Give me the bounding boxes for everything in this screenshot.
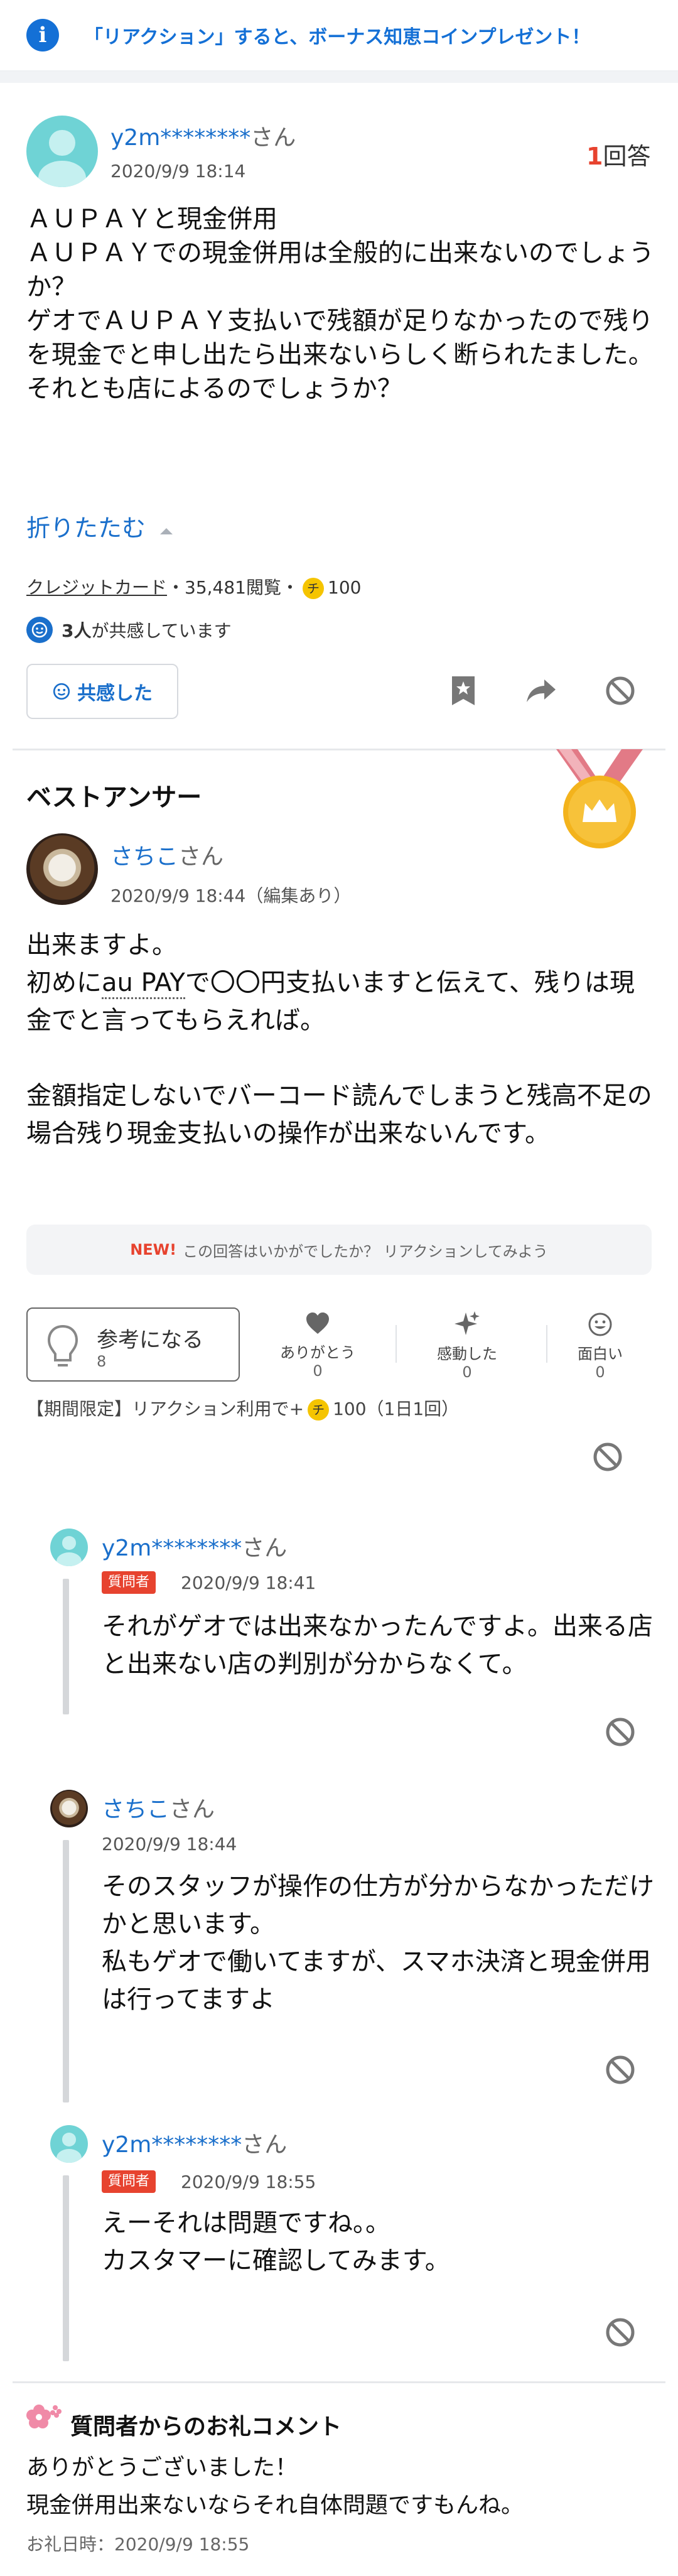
bookmark-icon[interactable] bbox=[446, 673, 481, 708]
block-icon[interactable] bbox=[603, 1714, 638, 1750]
reply-date: 2020/9/9 18:41 bbox=[181, 1572, 316, 1593]
reply-text: えーそれは問題ですね。。 カスタマーに確認してみます。 bbox=[102, 2209, 450, 2275]
reply-avatar[interactable] bbox=[50, 2125, 88, 2163]
helpful-count: 8 bbox=[97, 1353, 107, 1370]
reply-date: 2020/9/9 18:44 bbox=[102, 1834, 237, 1854]
question-tags: クレジットカード・35,481閲覧・チ 100 bbox=[26, 577, 362, 599]
helpful-button[interactable]: 参考になる 8 bbox=[26, 1307, 240, 1382]
answers-count[interactable]: 1回答 bbox=[586, 137, 650, 171]
funny-reaction[interactable]: 面白い 0 bbox=[550, 1307, 650, 1381]
helpful-label: 参考になる bbox=[97, 1328, 203, 1353]
coin-icon: チ bbox=[308, 1399, 330, 1421]
moved-reaction[interactable]: 感動した 0 bbox=[417, 1307, 517, 1381]
flower-icon bbox=[26, 2403, 64, 2435]
thanks-date: お礼日時：2020/9/9 18:55 bbox=[26, 2534, 250, 2555]
block-icon[interactable] bbox=[603, 673, 638, 708]
thanks-comment-title: 質問者からのお礼コメント bbox=[70, 2414, 342, 2440]
block-icon[interactable] bbox=[603, 2052, 638, 2087]
category-link[interactable]: クレジットカード bbox=[26, 577, 167, 598]
reply-text: そのスタッフが操作の仕方が分からなかっただけかと思います。 私もゲオで働いてます… bbox=[102, 1872, 654, 2014]
bonus-banner[interactable]: i 「リアクション」すると、ボーナス知恵コインプレゼント！ bbox=[0, 0, 678, 72]
answerer-avatar[interactable] bbox=[26, 833, 98, 905]
share-icon[interactable] bbox=[524, 673, 559, 708]
answer-date: 2020/9/9 18:44（編集あり） bbox=[110, 885, 352, 906]
coin-icon: チ bbox=[303, 578, 324, 599]
question-line: ＡＵＰＡＹと現金併用 bbox=[26, 205, 277, 234]
thread-line bbox=[63, 1579, 69, 1714]
section-gap bbox=[0, 72, 678, 83]
reply-avatar[interactable] bbox=[50, 1790, 88, 1827]
divider bbox=[396, 1325, 397, 1363]
empathy-button[interactable]: 共感した bbox=[26, 664, 178, 719]
question-line: ＡＵＰＡＹでの現金併用は全般的に出来ないのでしょうか？ bbox=[26, 239, 654, 301]
questioner-badge: 質問者 bbox=[102, 1571, 156, 1594]
medal-icon bbox=[552, 749, 647, 850]
aupay-link[interactable]: au PAY bbox=[102, 968, 185, 999]
reply-date: 2020/9/9 18:55 bbox=[181, 2172, 316, 2192]
reaction-prompt: NEW! この回答はいかがでしたか？ リアクションしてみよう bbox=[26, 1225, 652, 1275]
answerer-name[interactable]: さちこさん bbox=[110, 838, 223, 871]
questioner-avatar[interactable] bbox=[26, 116, 98, 187]
banner-text: 「リアクション」すると、ボーナス知恵コインプレゼント！ bbox=[84, 26, 591, 48]
question-line: それとも店によるのでしょうか？ bbox=[26, 374, 402, 403]
divider bbox=[546, 1325, 547, 1363]
reply-avatar[interactable] bbox=[50, 1529, 88, 1566]
question-line: ゲオでＡＵＰＡＹ支払いで残額が足りなかったので残りを現金でと申し出たら出来ないら… bbox=[26, 306, 654, 369]
collapse-link[interactable]: 折りたたむ bbox=[26, 509, 175, 543]
reply-text: それがゲオでは出来なかったんですよ。出来る店と出来ない店の判別が分からなくて。 bbox=[102, 1612, 653, 1679]
reply-user[interactable]: y2m********さん bbox=[102, 2126, 287, 2159]
question-date: 2020/9/9 18:14 bbox=[110, 161, 246, 181]
block-icon[interactable] bbox=[590, 1439, 625, 1475]
empathy-summary: 3人 が共感しています bbox=[26, 617, 232, 643]
best-answer-title: ベストアンサー bbox=[26, 783, 202, 812]
sparkle-icon bbox=[455, 1311, 480, 1335]
thanks-reaction[interactable]: ありがとう 0 bbox=[267, 1307, 368, 1380]
heart-icon bbox=[306, 1312, 329, 1334]
divider bbox=[13, 2381, 665, 2383]
limited-offer: 【期間限定】リアクション利用で+ チ 100（1日1回） bbox=[26, 1399, 460, 1421]
block-icon[interactable] bbox=[603, 2315, 638, 2350]
answer-body: 出来ますよ。 初めにau PAYで〇〇円支払いますと伝えて、残りは現金でと言って… bbox=[26, 931, 652, 1148]
reply-user[interactable]: y2m********さん bbox=[102, 1530, 287, 1562]
question-body: ＡＵＰＡＹと現金併用 ＡＵＰＡＹでの現金併用は全般的に出来ないのでしょうか？ ゲ… bbox=[26, 202, 654, 406]
questioner-badge: 質問者 bbox=[102, 2170, 156, 2193]
smile-icon bbox=[53, 683, 70, 700]
chevron-up-icon bbox=[160, 528, 173, 534]
reply-user[interactable]: さちこさん bbox=[102, 1791, 215, 1824]
thanks-comment-text: ありがとうございました！ 現金併用出来ないならそれ自体問題ですもんね。 bbox=[26, 2455, 524, 2518]
laugh-icon bbox=[588, 1312, 612, 1336]
smile-icon bbox=[26, 617, 53, 643]
info-icon: i bbox=[26, 19, 59, 51]
lightbulb-icon bbox=[47, 1324, 78, 1366]
thread-line bbox=[63, 2175, 69, 2361]
thread-line bbox=[63, 1840, 69, 2102]
questioner-name[interactable]: y2m********さん bbox=[110, 119, 296, 152]
